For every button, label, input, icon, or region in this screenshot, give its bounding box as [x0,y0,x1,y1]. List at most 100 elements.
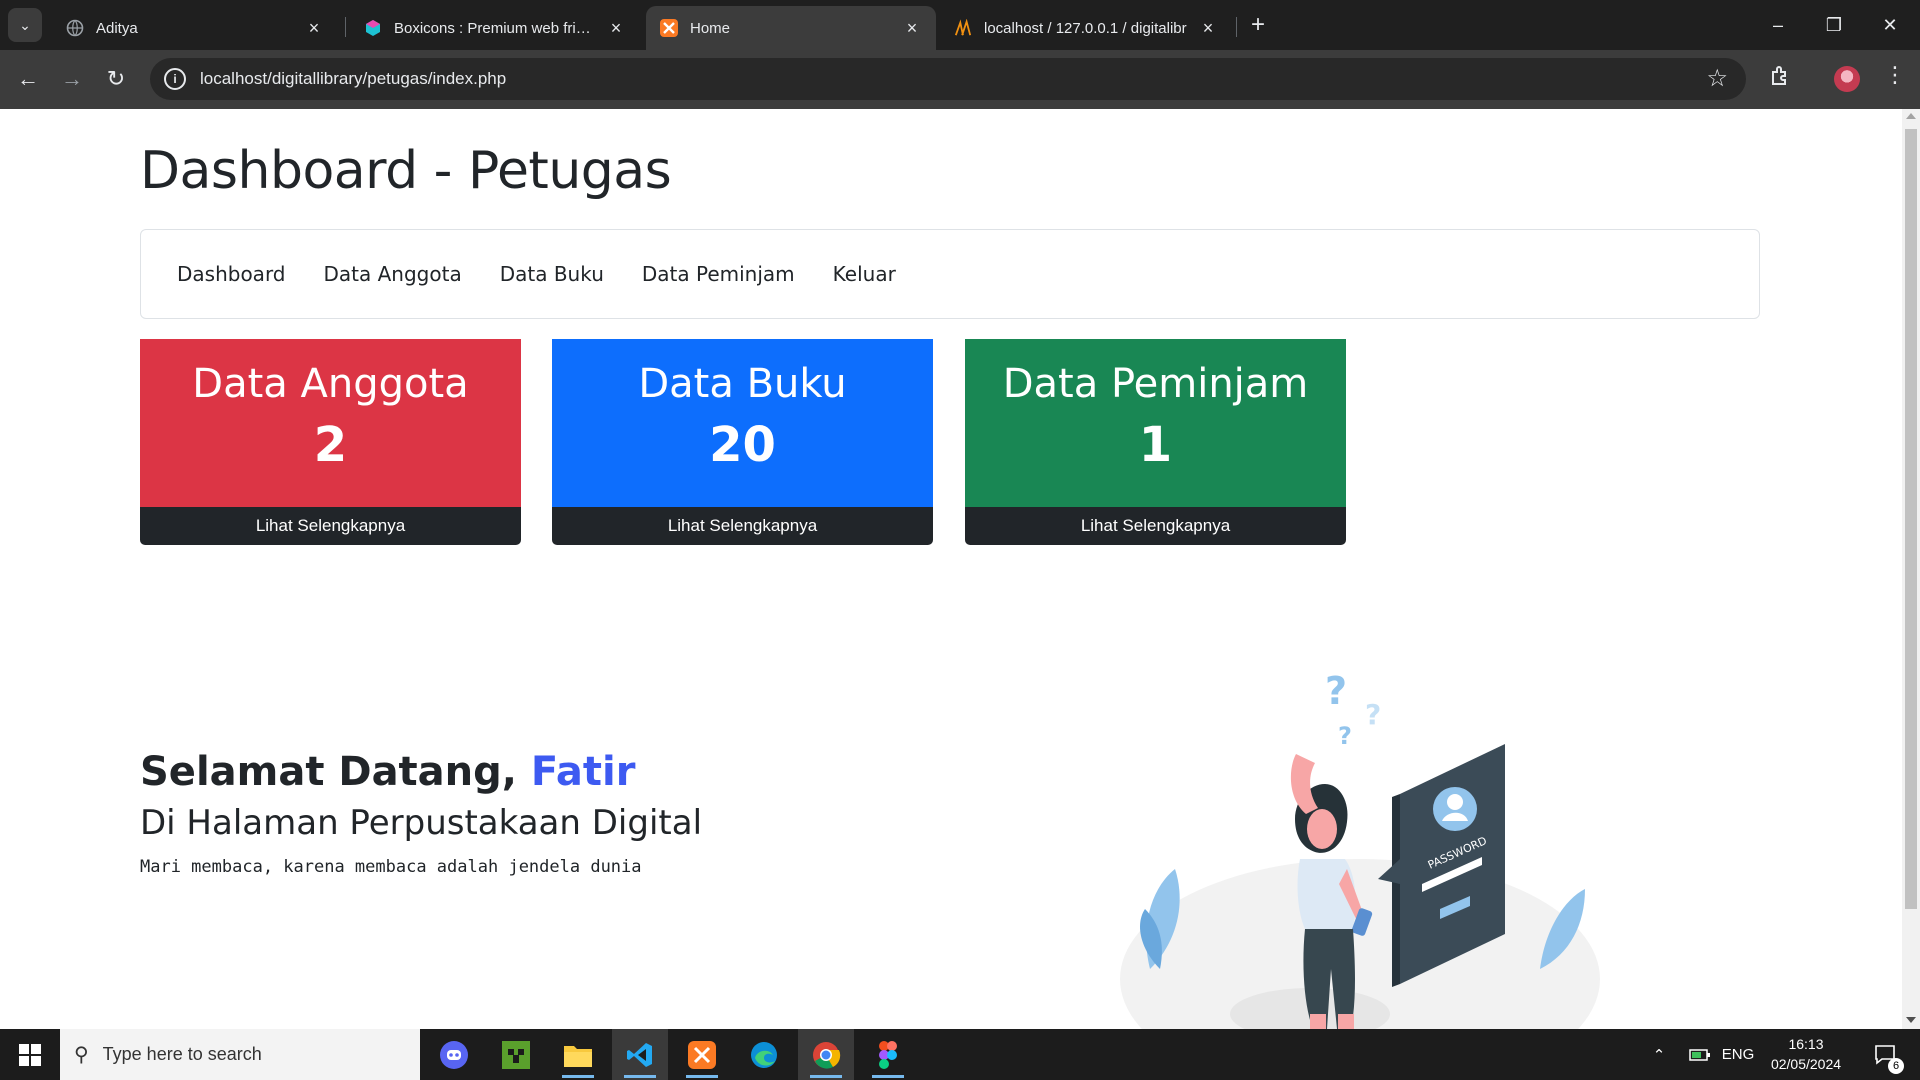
xampp-icon [688,1040,716,1069]
xampp-icon [660,19,678,37]
tab-home[interactable]: Home × [646,6,936,50]
vscode-app[interactable] [612,1029,668,1080]
tab-title: Aditya [96,19,138,37]
tab-aditya[interactable]: Aditya × [52,6,338,50]
edge-app[interactable] [736,1029,792,1080]
clock-date: 02/05/2024 [1770,1056,1842,1072]
page-scrollbar[interactable] [1902,109,1920,1029]
app-active-indicator [686,1075,718,1078]
phpmyadmin-icon [954,19,972,37]
app-active-indicator [872,1075,904,1078]
card-body: Data Peminjam 1 [965,339,1346,507]
extensions-icon[interactable] [1768,64,1792,94]
tab-phpmyadmin[interactable]: localhost / 127.0.0.1 / digitalibr × [940,6,1232,50]
minimize-button[interactable]: – [1758,10,1798,40]
nav-data-anggota[interactable]: Data Anggota [324,262,462,286]
address-bar[interactable]: i localhost/digitallibrary/petugas/index… [150,58,1746,100]
taskbar-search[interactable]: ⚲ Type here to search [60,1029,420,1080]
edge-icon [751,1041,777,1068]
card-data-buku: Data Buku 20 Lihat Selengkapnya [552,339,933,545]
scroll-thumb[interactable] [1905,129,1917,909]
minecraft-icon [502,1040,530,1069]
globe-icon [66,19,84,37]
more-menu-icon[interactable]: ⋮ [1884,62,1906,88]
welcome-tagline: Mari membaca, karena membaca adalah jend… [140,857,642,877]
tab-boxicons[interactable]: Boxicons : Premium web friendl × [350,6,640,50]
card-data-anggota: Data Anggota 2 Lihat Selengkapnya [140,339,521,545]
close-icon[interactable]: × [1198,18,1218,39]
vscode-icon [627,1042,652,1067]
minecraft-app[interactable] [488,1029,544,1080]
question-mark-icon: ? [1338,722,1352,750]
discord-app[interactable] [426,1029,482,1080]
close-icon[interactable]: × [304,18,324,39]
bookmark-star-icon[interactable]: ☆ [1706,64,1728,93]
password-illustration: PASSWORD ? ? ? [1100,669,1620,1029]
welcome-heading: Selamat Datang, Fatir [140,749,702,795]
page-viewport: Dashboard - Petugas Dashboard Data Anggo… [0,109,1902,1029]
site-info-icon[interactable]: i [164,68,186,90]
windows-start-button[interactable] [0,1029,60,1080]
back-button[interactable]: ← [12,64,44,96]
xampp-app[interactable] [674,1029,730,1080]
show-hidden-icons-chevron-icon[interactable]: ⌃ [1644,1029,1674,1080]
scroll-down-arrow[interactable] [1906,1017,1916,1023]
card-count: 20 [709,417,776,473]
card-body: Data Buku 20 [552,339,933,507]
nav-dashboard[interactable]: Dashboard [177,262,286,286]
app-active-indicator [624,1075,656,1078]
card-title: Data Buku [638,361,847,407]
close-icon[interactable]: × [902,18,922,39]
tab-title: Boxicons : Premium web friendl [394,19,598,37]
chrome-app[interactable] [798,1029,854,1080]
app-active-indicator [562,1075,594,1078]
app-active-indicator [810,1075,842,1078]
folder-icon [564,1045,592,1067]
notification-count-badge: 6 [1888,1058,1904,1074]
boxicons-logo-icon [364,19,382,37]
file-explorer-app[interactable] [550,1029,606,1080]
tab-divider [1236,17,1237,37]
nav-data-buku[interactable]: Data Buku [500,262,604,286]
language-indicator[interactable]: ENG [1720,1029,1756,1080]
browser-toolbar: ← → ↻ i localhost/digitallibrary/petugas… [0,50,1920,109]
search-placeholder: Type here to search [102,1044,262,1064]
card-count: 2 [313,417,348,473]
close-icon[interactable]: × [606,18,626,39]
taskbar-clock[interactable]: 16:13 02/05/2024 [1760,1034,1852,1074]
page-title: Dashboard - Petugas [140,141,672,201]
reload-button[interactable]: ↻ [100,64,132,96]
card-more-link[interactable]: Lihat Selengkapnya [552,507,933,545]
card-more-link[interactable]: Lihat Selengkapnya [140,507,521,545]
tab-search-button[interactable]: ⌄ [8,8,42,42]
welcome-section: Selamat Datang, Fatir Di Halaman Perpust… [140,749,702,877]
welcome-greeting: Selamat Datang, [140,749,517,795]
notifications-button[interactable]: 6 [1866,1029,1906,1080]
new-tab-button[interactable]: + [1244,12,1272,40]
tab-divider [345,17,346,37]
forward-button[interactable]: → [56,64,88,96]
tab-title: Home [690,19,731,37]
scroll-up-arrow[interactable] [1906,113,1916,119]
taskbar: ⚲ Type here to search ⌃ ENG 16:13 02/05/… [0,1029,1920,1080]
tab-strip: ⌄ Aditya × Boxicons : Premium web friend… [0,0,1920,50]
card-title: Data Peminjam [1002,361,1309,407]
card-more-link[interactable]: Lihat Selengkapnya [965,507,1346,545]
card-count: 1 [1138,417,1173,473]
figma-icon [879,1040,897,1069]
clock-time: 16:13 [1788,1036,1824,1052]
url-text: localhost/digitallibrary/petugas/index.p… [200,69,507,88]
card-data-peminjam: Data Peminjam 1 Lihat Selengkapnya [965,339,1346,545]
nav-data-peminjam[interactable]: Data Peminjam [642,262,795,286]
chrome-icon [813,1041,841,1069]
figma-app[interactable] [860,1029,916,1080]
main-navbar: Dashboard Data Anggota Data Buku Data Pe… [140,229,1760,319]
nav-keluar[interactable]: Keluar [833,262,896,286]
search-icon: ⚲ [74,1044,89,1066]
battery-icon[interactable] [1684,1029,1716,1080]
user-name: Fatir [530,749,636,795]
card-body: Data Anggota 2 [140,339,521,507]
restore-button[interactable]: ❐ [1814,10,1854,40]
close-window-button[interactable]: ✕ [1870,10,1910,40]
profile-avatar[interactable] [1834,66,1860,92]
